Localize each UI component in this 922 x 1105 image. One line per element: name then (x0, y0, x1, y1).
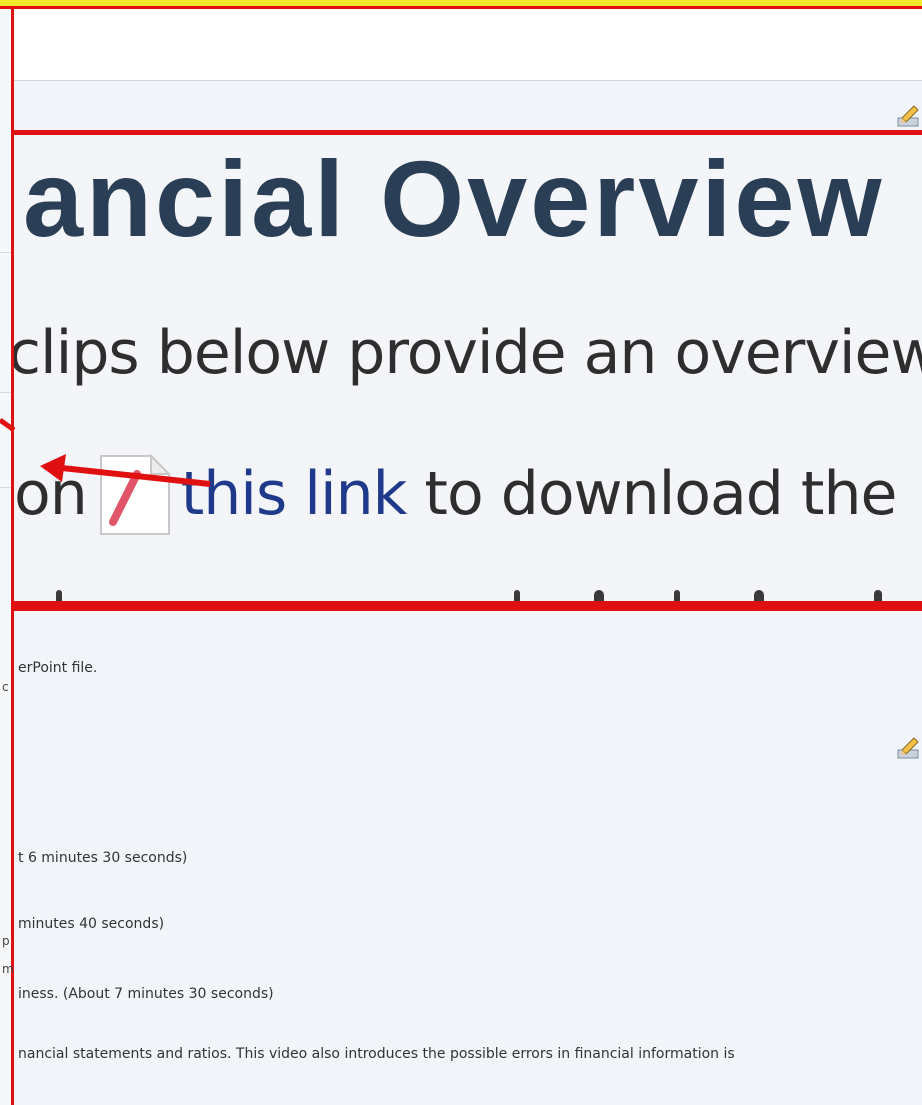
page-title: nancial Overview (14, 138, 885, 259)
clip-description-4: nancial statements and ratios. This vide… (18, 1046, 735, 1062)
pencil-edit-icon[interactable] (896, 104, 922, 128)
clipped-text: m (2, 962, 14, 976)
clip-duration-2: minutes 40 seconds) (18, 916, 165, 932)
clipped-text: c (2, 680, 9, 694)
instruction-suffix: to download the (424, 459, 897, 529)
divider (0, 392, 11, 393)
zoomed-inset: nancial Overview clips below provide an … (14, 130, 922, 611)
instruction-prefix: on (14, 459, 88, 529)
powerpoint-file-icon[interactable] (91, 452, 175, 536)
clip-duration-3: iness. (About 7 minutes 30 seconds) (18, 986, 274, 1002)
annotation-border (14, 130, 922, 135)
download-instruction: on this link to download the (14, 452, 897, 536)
annotation-border (14, 601, 922, 611)
divider (0, 487, 11, 488)
clipped-text: p (2, 934, 10, 948)
intro-text: clips below provide an overview (14, 318, 922, 388)
divider (0, 252, 11, 253)
clip-duration-1: t 6 minutes 30 seconds) (18, 850, 188, 866)
powerpoint-note: erPoint file. (18, 660, 98, 676)
header-bar (14, 9, 922, 81)
download-link[interactable]: this link (181, 459, 408, 529)
pencil-edit-icon[interactable] (896, 736, 922, 760)
